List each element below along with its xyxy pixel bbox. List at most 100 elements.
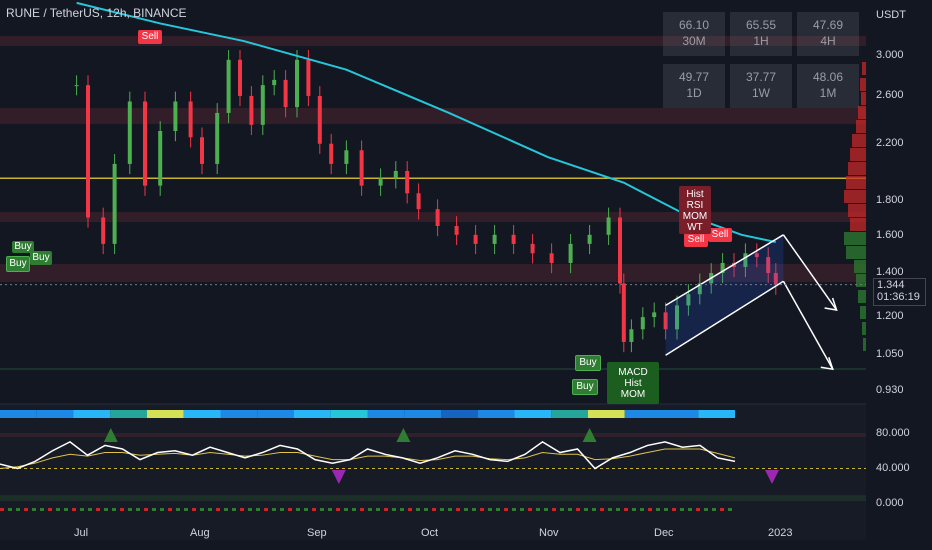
wavetrend-strip-segment xyxy=(698,410,735,418)
volume-profile-bar xyxy=(844,232,866,245)
histogram-tick xyxy=(8,508,12,511)
histogram-tick xyxy=(72,508,76,511)
current-price-label: 1.344 01:36:19 xyxy=(873,278,926,306)
histogram-tick xyxy=(328,508,332,511)
candle-body xyxy=(492,234,497,244)
histogram-tick xyxy=(224,508,228,511)
histogram-tick xyxy=(680,508,684,511)
histogram-tick xyxy=(656,508,660,511)
candle-body xyxy=(652,312,657,318)
candle-body xyxy=(606,217,611,235)
histogram-tick xyxy=(168,508,172,511)
candle-body xyxy=(74,85,79,87)
rsi-cell-4h: 47.69 4H xyxy=(797,12,859,56)
histogram-tick xyxy=(160,508,164,511)
price-axis-currency: USDT xyxy=(876,9,906,21)
wavetrend-strip-segment xyxy=(661,410,699,418)
candle-body xyxy=(344,150,349,164)
histogram-tick xyxy=(464,508,468,511)
histogram-tick xyxy=(456,508,460,511)
candle-body xyxy=(629,329,634,342)
wavetrend-strip-segment xyxy=(220,410,258,418)
candle-body xyxy=(378,178,383,186)
histogram-tick xyxy=(520,508,524,511)
candle-body xyxy=(188,101,193,138)
wavetrend-strip-segment xyxy=(330,410,368,418)
sell-signal-label: Sell xyxy=(708,228,732,242)
wavetrend-strip-segment xyxy=(0,410,37,418)
histogram-tick xyxy=(424,508,428,511)
candle-body xyxy=(454,226,459,235)
histogram-tick xyxy=(712,508,716,511)
oscillator-pane xyxy=(0,404,866,540)
volume-profile-bar xyxy=(854,260,866,273)
osc-tick: 0.000 xyxy=(876,497,904,509)
histogram-tick xyxy=(480,508,484,511)
volume-profile-bar xyxy=(858,290,866,303)
histogram-tick xyxy=(544,508,548,511)
histogram-tick xyxy=(672,508,676,511)
histogram-tick xyxy=(600,508,604,511)
candle-body xyxy=(283,79,288,108)
histogram-tick xyxy=(496,508,500,511)
volume-profile-bar xyxy=(844,190,866,203)
histogram-tick xyxy=(368,508,372,511)
histogram-tick xyxy=(576,508,580,511)
histogram-tick xyxy=(192,508,196,511)
buy-signal-label: Buy xyxy=(575,355,601,371)
histogram-tick xyxy=(536,508,540,511)
rsi-cell-30m: 66.10 30M xyxy=(663,12,725,56)
histogram-tick xyxy=(128,508,132,511)
histogram-tick xyxy=(104,508,108,511)
histogram-tick xyxy=(184,508,188,511)
histogram-tick xyxy=(392,508,396,511)
wavetrend-strip-segment xyxy=(477,410,515,418)
sell-signal-label: Sell xyxy=(684,233,708,247)
histogram-tick xyxy=(0,508,4,511)
histogram-tick xyxy=(200,508,204,511)
candle-body xyxy=(393,170,398,179)
histogram-tick xyxy=(624,508,628,511)
histogram-tick xyxy=(88,508,92,511)
histogram-tick xyxy=(256,508,260,511)
histogram-tick xyxy=(296,508,300,511)
histogram-tick xyxy=(208,508,212,511)
histogram-tick xyxy=(416,508,420,511)
multi-timeframe-rsi-table: 66.10 30M 65.55 1H 47.69 4H 49.77 1D 37.77 1W… xyxy=(663,12,861,112)
histogram-tick xyxy=(80,508,84,511)
histogram-tick xyxy=(616,508,620,511)
volume-profile-bar xyxy=(860,306,866,319)
candle-body xyxy=(200,137,204,164)
histogram-tick xyxy=(560,508,564,511)
histogram-tick xyxy=(440,508,444,511)
rsi-cell-1w: 37.77 1W xyxy=(730,64,792,108)
wavetrend-strip-segment xyxy=(73,410,111,418)
histogram-tick xyxy=(432,508,436,511)
candle-body xyxy=(329,143,334,164)
wavetrend-strip-segment xyxy=(147,410,184,418)
histogram-tick xyxy=(640,508,644,511)
histogram-tick xyxy=(552,508,556,511)
candle-body xyxy=(317,95,322,144)
candle-body xyxy=(238,59,242,96)
histogram-tick xyxy=(40,508,44,511)
wavetrend-strip-segment xyxy=(514,410,552,418)
volume-profile-bar xyxy=(852,134,866,147)
histogram-tick xyxy=(288,508,292,511)
histogram-tick xyxy=(96,508,100,511)
volume-profile-bar xyxy=(863,338,866,351)
histogram-tick xyxy=(152,508,156,511)
rsi-cell-1m: 48.06 1M xyxy=(797,64,859,108)
candle-body xyxy=(86,85,90,218)
histogram-tick xyxy=(32,508,36,511)
price-tick: 1.050 xyxy=(876,348,904,360)
histogram-tick xyxy=(696,508,700,511)
candle-body xyxy=(621,283,626,342)
histogram-tick xyxy=(688,508,692,511)
price-tick: 2.600 xyxy=(876,89,904,101)
rsi-cell-1h: 65.55 1H xyxy=(730,12,792,56)
histogram-tick xyxy=(608,508,612,511)
histogram-tick xyxy=(704,508,708,511)
histogram-tick xyxy=(488,508,492,511)
histogram-tick xyxy=(664,508,668,511)
